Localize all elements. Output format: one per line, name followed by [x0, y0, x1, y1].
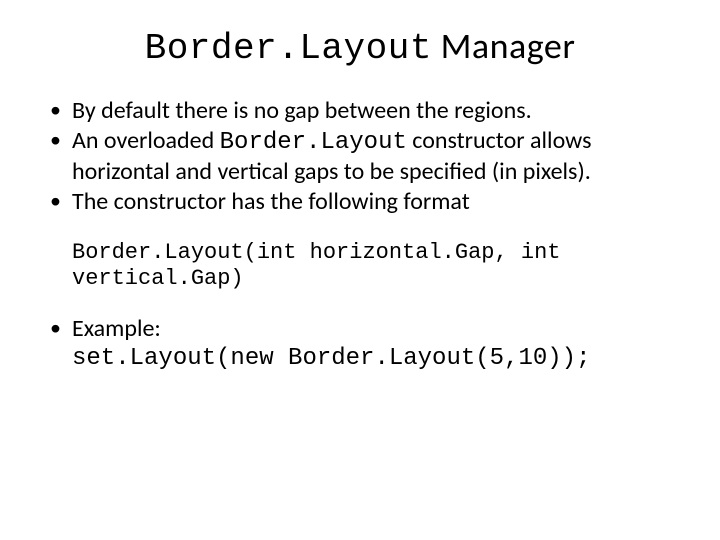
code-line: vertical.Gap)	[72, 266, 676, 291]
bullet-text-pre: An overloaded	[72, 126, 220, 155]
bullet-list: By default there is no gap between the r…	[48, 97, 676, 216]
slide-title: Border.Layout Manager	[0, 24, 720, 69]
bullet-item: Example:	[48, 315, 676, 343]
code-line: Border.Layout(int horizontal.Gap, int	[72, 240, 676, 265]
title-rest: Manager	[432, 24, 575, 68]
slide: Border.Layout Manager By default there i…	[0, 24, 720, 540]
bullet-item: An overloaded Border.Layout constructor …	[48, 127, 676, 186]
bullet-list-example: Example:	[48, 315, 676, 343]
inline-code: Border.Layout	[220, 129, 407, 156]
example-label: Example:	[72, 314, 161, 343]
bullet-item: The constructor has the following format	[48, 188, 676, 216]
bullet-text: The constructor has the following format	[72, 187, 470, 216]
bullet-text: By default there is no gap between the r…	[72, 96, 532, 125]
constructor-signature: Border.Layout(int horizontal.Gap, int ve…	[72, 240, 676, 291]
title-code: Border.Layout	[145, 28, 432, 69]
bullet-item: By default there is no gap between the r…	[48, 97, 676, 125]
slide-body: By default there is no gap between the r…	[0, 97, 720, 373]
example-code: set.Layout(new Border.Layout(5,10));	[72, 345, 676, 373]
